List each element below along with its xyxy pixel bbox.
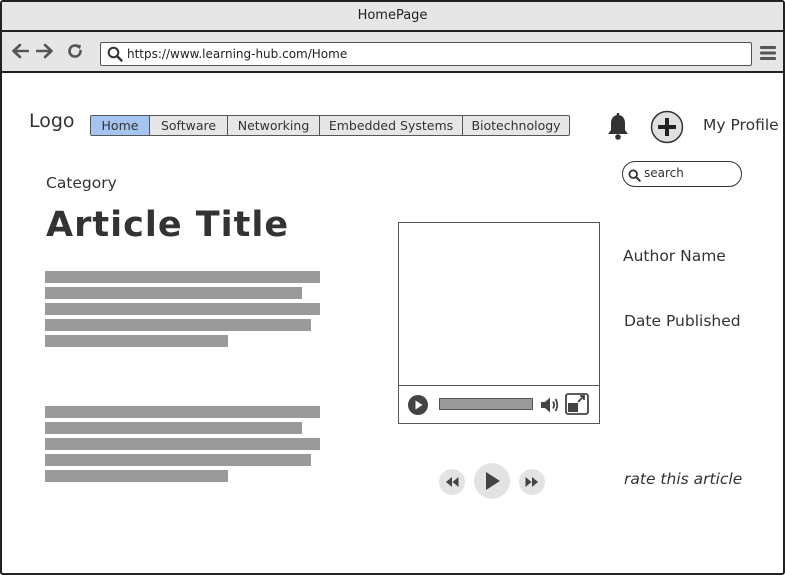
- url-text: https://www.learning-hub.com/Home: [127, 47, 348, 61]
- video-player[interactable]: [398, 222, 600, 424]
- forward-arrow-icon[interactable]: [35, 41, 55, 61]
- text-line: [45, 319, 311, 331]
- window-title: HomePage: [2, 2, 783, 32]
- date-published: Date Published: [624, 312, 741, 330]
- bell-icon[interactable]: [605, 113, 631, 145]
- browser-toolbar: https://www.learning-hub.com/Home: [2, 32, 783, 73]
- rate-article-link[interactable]: rate this article: [624, 470, 742, 488]
- fullscreen-icon[interactable]: [565, 393, 589, 419]
- tab-networking[interactable]: Networking: [228, 116, 320, 135]
- text-line: [45, 422, 302, 434]
- browser-window: HomePage https://www.learning-hub.com/Ho…: [0, 0, 785, 575]
- site-logo[interactable]: Logo: [29, 110, 75, 132]
- search-input[interactable]: search: [622, 161, 742, 187]
- play-icon[interactable]: [474, 463, 510, 499]
- article-category: Category: [46, 174, 117, 192]
- reload-icon[interactable]: [65, 41, 85, 61]
- text-line: [45, 470, 228, 482]
- article-title: Article Title: [46, 205, 290, 245]
- search-icon: [107, 46, 123, 69]
- tab-biotechnology[interactable]: Biotechnology: [463, 116, 569, 135]
- text-line: [45, 287, 302, 299]
- search-icon: [628, 167, 641, 190]
- video-progress-bar[interactable]: [439, 398, 533, 410]
- tab-software[interactable]: Software: [150, 116, 228, 135]
- text-line: [45, 438, 320, 450]
- url-bar[interactable]: https://www.learning-hub.com/Home: [100, 42, 752, 66]
- text-line: [45, 271, 320, 283]
- search-placeholder: search: [644, 166, 684, 180]
- tab-home[interactable]: Home: [91, 116, 150, 135]
- volume-icon[interactable]: [539, 394, 561, 420]
- plus-circle-icon[interactable]: [650, 110, 684, 148]
- tab-embedded-systems[interactable]: Embedded Systems: [320, 116, 463, 135]
- back-arrow-icon[interactable]: [10, 41, 30, 61]
- text-line: [45, 454, 311, 466]
- hamburger-menu-icon[interactable]: [759, 44, 777, 62]
- nav-tabs: Home Software Networking Embedded System…: [90, 115, 570, 136]
- author-name: Author Name: [623, 247, 726, 265]
- play-icon[interactable]: [407, 394, 429, 420]
- text-line: [45, 335, 228, 347]
- rewind-icon[interactable]: [439, 469, 465, 495]
- text-line: [45, 406, 320, 418]
- video-controls-bar: [399, 385, 599, 423]
- text-line: [45, 303, 320, 315]
- my-profile-link[interactable]: My Profile: [703, 116, 779, 134]
- fast-forward-icon[interactable]: [519, 469, 545, 495]
